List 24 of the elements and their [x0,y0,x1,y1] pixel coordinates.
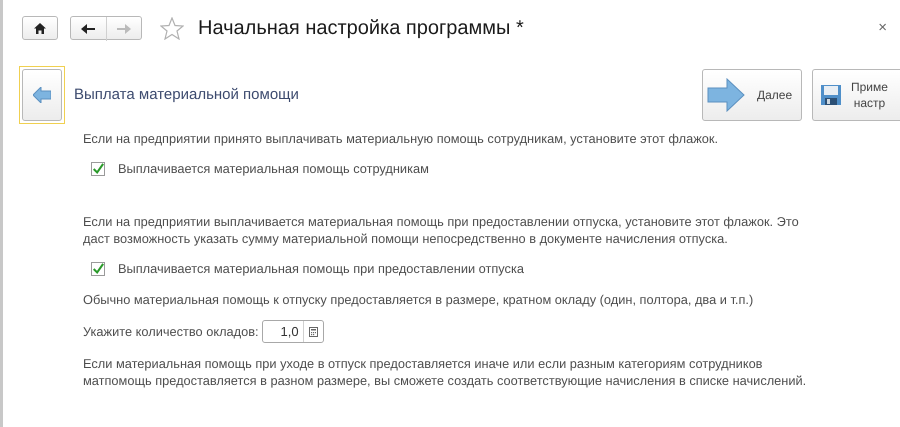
left-arrow-icon [81,24,96,34]
checkbox-label: Выплачивается материальная помощь при предоставлении отпуска [118,260,524,278]
back-step-button[interactable] [19,66,65,124]
right-arrow-icon [707,78,745,112]
window-title: Начальная настройка программы * [198,16,524,41]
field-label: Укажите количество окладов: [83,322,259,341]
checkbox[interactable] [91,162,105,176]
star-icon[interactable] [160,16,184,40]
calculator-icon[interactable] [308,326,318,336]
save-button[interactable]: Приме настр [812,69,900,121]
number-field[interactable]: 1,0 [262,320,324,343]
close-button[interactable]: × [878,16,887,40]
description-text: Если материальная помощь при уходе в отпуск предоставляется иначе или если разным категориям сотрудников матпомощь предоставляется в разном размере, вы сможете создать соответствующие начисления в списке начислений. [83,355,806,389]
left-arrow-icon [33,87,51,103]
next-button[interactable]: Далее [702,69,802,121]
step-title: Выплата материальной помощи [74,84,299,105]
home-icon [34,22,46,34]
checkbox[interactable] [91,262,105,276]
checkbox-label: Выплачивается материальная помощь сотрудникам [118,160,429,178]
right-arrow-icon [116,24,131,34]
home-button[interactable] [22,16,58,40]
description-text: Если на предприятии выплачивается материальная помощь при предоставлении отпуска, установите этот флажок. Это даст возможность указать сумму материальной помощи непосредственно в документе начисления отпуска. [83,213,799,247]
description-text: Если на предприятии принято выплачивать материальную помощь сотрудникам, установите этот флажок. [83,130,718,147]
description-text: Обычно материальная помощь к отпуску предоставляется в размере, кратном окладу (один, полтора, два и т.п.) [83,291,754,308]
